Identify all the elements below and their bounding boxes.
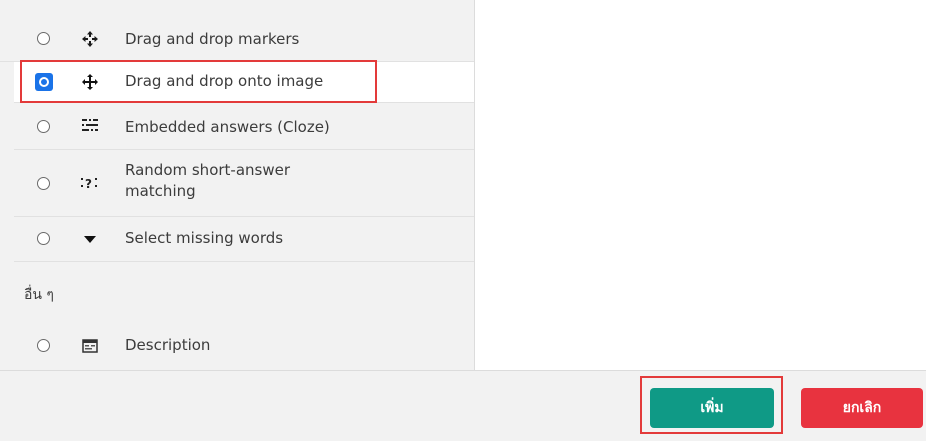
radio-random-short-answer[interactable] <box>37 177 50 190</box>
dialog-footer: เพิ่ม ยกเลิก <box>0 370 926 441</box>
radio-description[interactable] <box>37 339 50 352</box>
move-cross-icon <box>80 72 100 92</box>
drag-markers-icon <box>80 29 100 49</box>
cancel-button[interactable]: ยกเลิก <box>801 388 923 428</box>
radio-drag-drop-markers[interactable] <box>37 32 50 45</box>
option-label: Drag and drop markers <box>125 30 300 48</box>
radio-embedded-answers[interactable] <box>37 120 50 133</box>
svg-text:?: ? <box>85 177 92 191</box>
description-icon <box>80 336 100 356</box>
radio-checked-dot <box>39 77 49 87</box>
option-drag-drop-markers[interactable]: Drag and drop markers <box>0 18 474 62</box>
option-select-missing-words[interactable]: Select missing words <box>14 217 474 262</box>
radio-drag-drop-onto-image[interactable] <box>35 73 53 91</box>
add-button[interactable]: เพิ่ม <box>650 388 774 428</box>
cloze-icon <box>80 116 100 136</box>
caret-down-icon <box>80 229 100 249</box>
option-label: Embedded answers (Cloze) <box>125 118 330 136</box>
option-label: Random short-answer matching <box>125 161 291 200</box>
question-type-list: Drag and drop markers Drag and drop onto… <box>0 0 475 370</box>
radio-select-missing-words[interactable] <box>37 232 50 245</box>
option-description[interactable]: Description <box>14 324 474 368</box>
option-label: Description <box>125 336 211 354</box>
option-drag-drop-onto-image[interactable]: Drag and drop onto image <box>14 62 474 103</box>
option-embedded-answers[interactable]: Embedded answers (Cloze) <box>14 104 474 150</box>
other-section-title: อื่น ๆ <box>24 287 54 303</box>
option-label: Select missing words <box>125 229 284 247</box>
details-panel <box>475 0 926 370</box>
option-random-short-answer[interactable]: ? Random short-answer matching <box>14 150 474 217</box>
option-label: Drag and drop onto image <box>125 72 324 90</box>
random-matching-icon: ? <box>80 173 100 193</box>
